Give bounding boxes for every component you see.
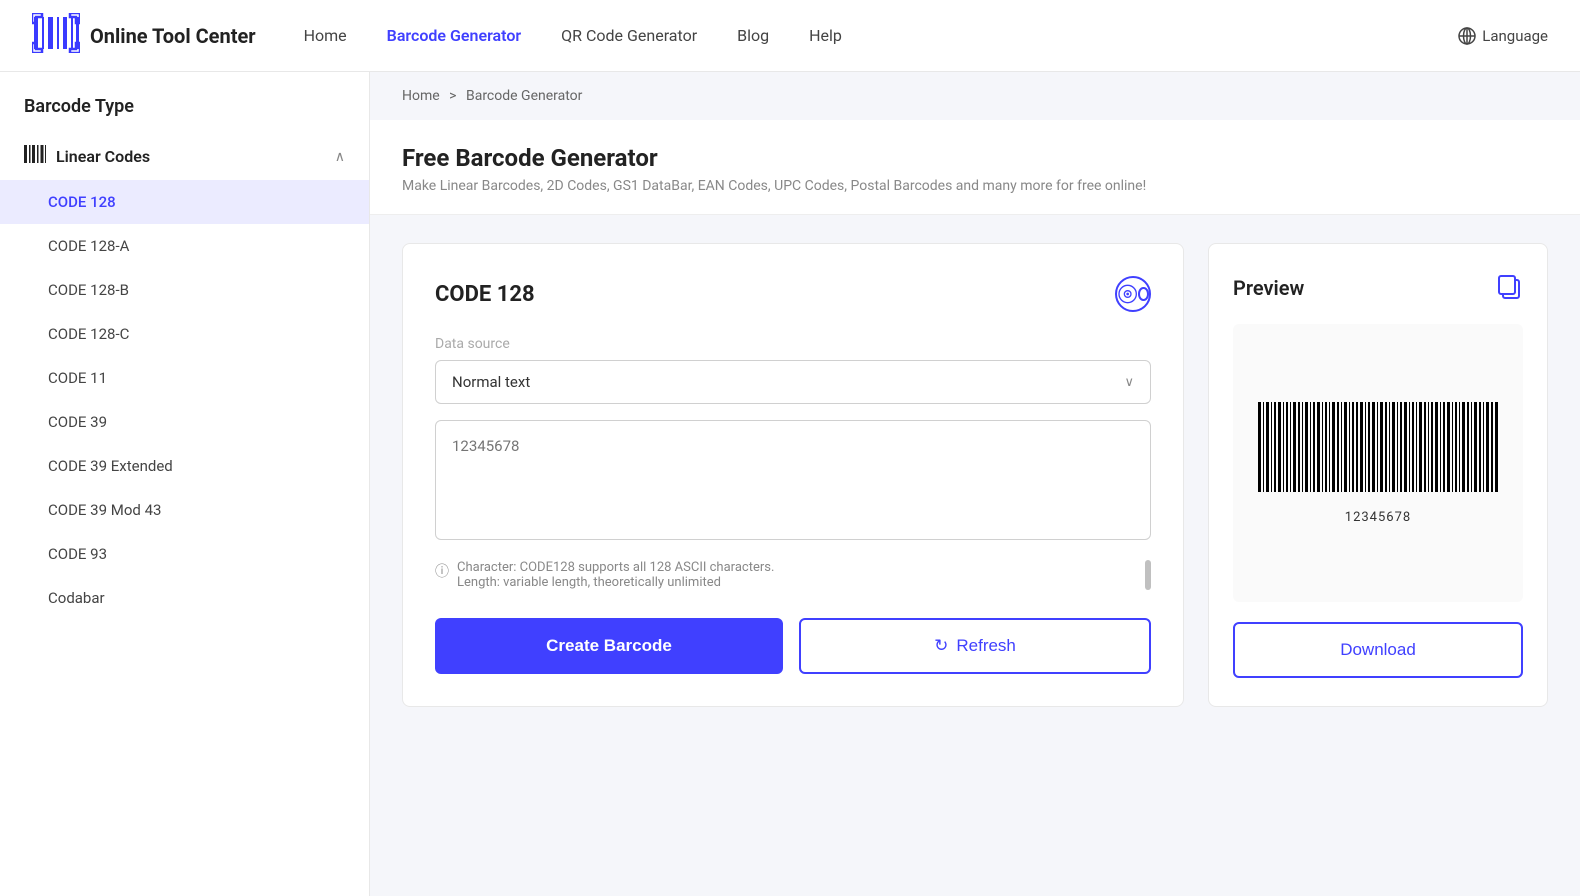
sidebar-item-code39mod43[interactable]: CODE 39 Mod 43 (0, 488, 369, 532)
chevron-up-icon: ∧ (335, 149, 345, 165)
generator-card-title: CODE 128 (435, 282, 535, 307)
sidebar-item-code39extended[interactable]: CODE 39 Extended (0, 444, 369, 488)
nav-barcode-generator[interactable]: Barcode Generator (387, 26, 521, 45)
breadcrumb-home[interactable]: Home (402, 88, 440, 104)
sidebar-item-code128c[interactable]: CODE 128-C (0, 312, 369, 356)
sidebar-item-code128b[interactable]: CODE 128-B (0, 268, 369, 312)
barcode-group-icon (24, 145, 46, 168)
barcode-data-input[interactable] (435, 420, 1151, 540)
chevron-down-icon: ∨ (1124, 375, 1134, 390)
refresh-label: Refresh (956, 636, 1016, 656)
linear-codes-label: Linear Codes (56, 147, 325, 166)
refresh-button[interactable]: ↻ Refresh (799, 618, 1151, 674)
page-title-area: Free Barcode Generator Make Linear Barco… (370, 120, 1580, 215)
preview-card: Preview (1208, 243, 1548, 707)
nav-home[interactable]: Home (304, 26, 347, 45)
data-source-dropdown[interactable]: Normal text ∨ (435, 360, 1151, 404)
generator-card: CODE 128 Data source Normal text ∨ (402, 243, 1184, 707)
sidebar-items-list: CODE 128 CODE 128-A CODE 128-B CODE 128-… (0, 180, 369, 620)
barcode-svg (1258, 402, 1498, 502)
main-nav: Home Barcode Generator QR Code Generator… (304, 26, 1548, 45)
nav-help[interactable]: Help (809, 26, 842, 45)
nav-blog[interactable]: Blog (737, 26, 769, 45)
header: Online Tool Center Home Barcode Generato… (0, 0, 1580, 72)
breadcrumb-separator: > (449, 88, 456, 104)
logo-area: Online Tool Center (32, 13, 256, 58)
sidebar-item-code128[interactable]: CODE 128 (0, 180, 369, 224)
breadcrumb: Home > Barcode Generator (370, 72, 1580, 120)
info-icon: ⓘ (435, 561, 449, 581)
dropdown-value: Normal text (452, 373, 530, 391)
generator-card-header: CODE 128 (435, 276, 1151, 312)
sidebar-item-code128a[interactable]: CODE 128-A (0, 224, 369, 268)
barcode-logo-icon (32, 13, 80, 58)
barcode-image: 12345678 (1258, 402, 1498, 525)
info-text-area: ⓘ Character: CODE128 supports all 128 AS… (435, 560, 1151, 590)
preview-header: Preview (1233, 272, 1523, 304)
language-selector[interactable]: Language (1458, 27, 1548, 45)
sidebar-item-code11[interactable]: CODE 11 (0, 356, 369, 400)
refresh-icon: ↻ (934, 636, 948, 656)
linear-codes-group-header[interactable]: Linear Codes ∧ (0, 133, 369, 180)
info-scrollbar (1145, 560, 1151, 590)
data-source-label: Data source (435, 336, 1151, 352)
info-line1: Character: CODE128 supports all 128 ASCI… (457, 560, 774, 575)
sidebar: Barcode Type Linear Codes ∧ CODE 128 COD… (0, 72, 370, 896)
sidebar-item-codabar[interactable]: Codabar (0, 576, 369, 620)
sidebar-item-code39[interactable]: CODE 39 (0, 400, 369, 444)
info-content: Character: CODE128 supports all 128 ASCI… (457, 560, 774, 590)
copy-icon[interactable] (1495, 272, 1523, 304)
info-line2: Length: variable length, theoretically u… (457, 575, 721, 590)
language-label: Language (1482, 27, 1548, 45)
action-buttons: Create Barcode ↻ Refresh (435, 618, 1151, 674)
logo-text: Online Tool Center (90, 24, 256, 48)
create-barcode-button[interactable]: Create Barcode (435, 618, 783, 674)
content-area: Home > Barcode Generator Free Barcode Ge… (370, 72, 1580, 896)
sidebar-section-title: Barcode Type (0, 96, 369, 133)
barcode-number: 12345678 (1345, 510, 1411, 525)
breadcrumb-current: Barcode Generator (466, 88, 582, 104)
download-button[interactable]: Download (1233, 622, 1523, 678)
barcode-display: 12345678 (1233, 324, 1523, 602)
page-title: Free Barcode Generator (402, 144, 1548, 172)
sidebar-item-code93[interactable]: CODE 93 (0, 532, 369, 576)
nav-qr-code-generator[interactable]: QR Code Generator (561, 26, 697, 45)
generator-area: CODE 128 Data source Normal text ∨ (370, 215, 1580, 735)
page-subtitle: Make Linear Barcodes, 2D Codes, GS1 Data… (402, 178, 1548, 194)
preview-title: Preview (1233, 276, 1304, 300)
main-layout: Barcode Type Linear Codes ∧ CODE 128 COD… (0, 72, 1580, 896)
settings-target-icon[interactable] (1115, 276, 1151, 312)
globe-icon (1458, 27, 1476, 45)
